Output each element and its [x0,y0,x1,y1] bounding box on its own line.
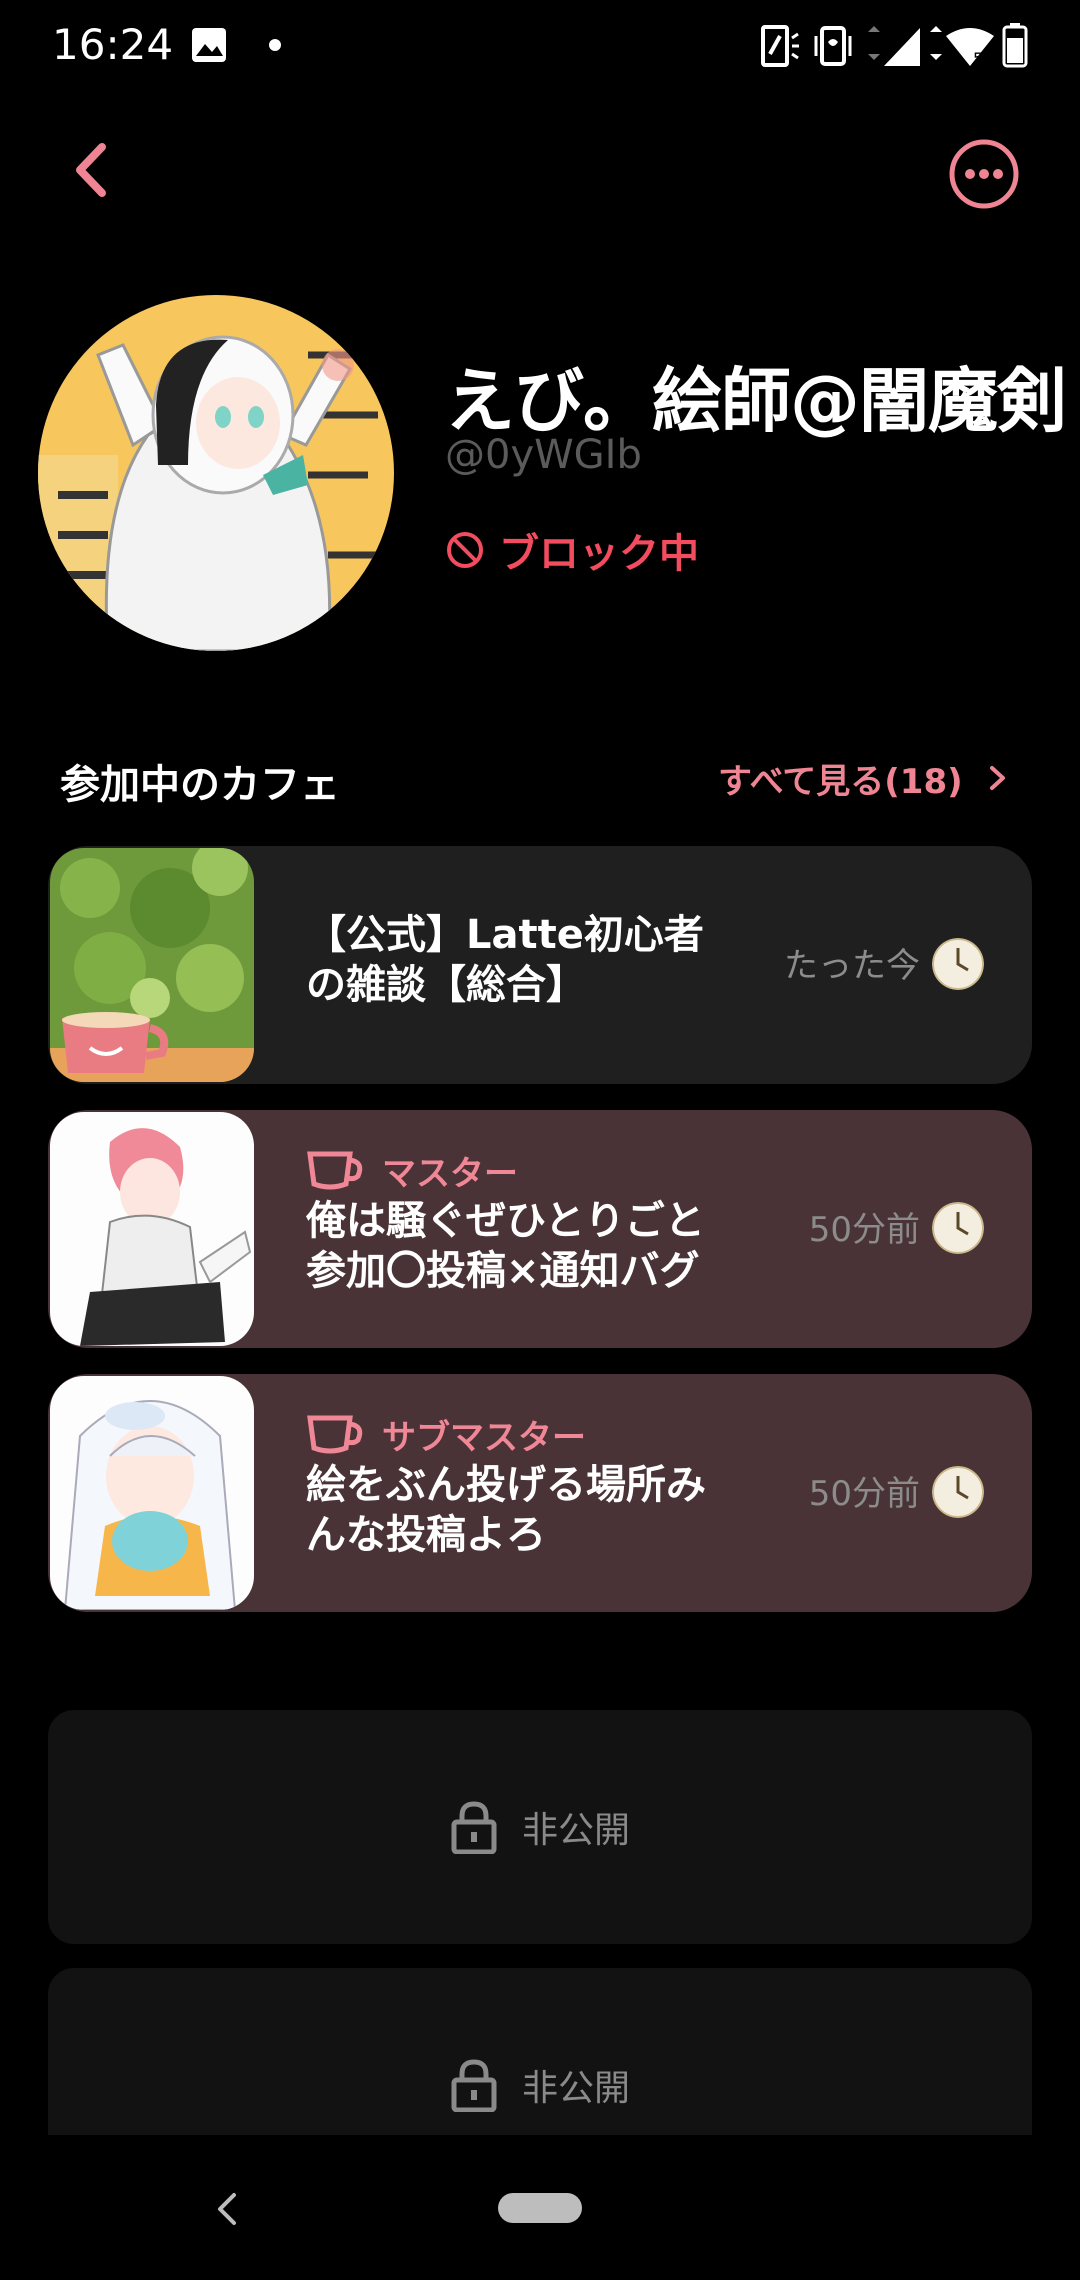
cafe-name: 【公式】Latte初心者 の雑談【総合】 [306,910,736,1010]
user-handle: @0yWGIb [445,432,642,478]
nav-back-icon[interactable] [208,2187,244,2231]
cafe-last-activity: 50分前 [808,1474,920,1514]
status-bar: 16:24 5 [0,0,1080,90]
section-title: 参加中のカフェ [60,762,340,808]
clock-icon [932,1202,984,1254]
cafe-card[interactable]: マスター 俺は騒ぐぜひとりごと 参加〇投稿×通知バグ 50分前 [48,1110,1032,1348]
chevron-left-icon [76,143,106,197]
svg-text:5: 5 [973,49,983,68]
vibrate-icon [814,26,852,66]
cafe-last-activity: 50分前 [808,1210,920,1250]
cafe-thumbnail [50,1112,254,1346]
dot-icon [269,39,281,51]
avatar[interactable] [38,295,394,651]
clock-icon [932,1466,984,1518]
cafe-name-line: んな投稿よろ [306,1512,546,1558]
cafe-name-line: 絵をぶん投げる場所み [306,1462,706,1508]
cafe-name: 俺は騒ぐぜひとりごと 参加〇投稿×通知バグ [306,1196,736,1296]
cafe-role-label: サブマスター [382,1417,586,1458]
image-icon [192,28,226,62]
cafe-name-line: 【公式】Latte初心者 [306,912,704,958]
cafe-name-line: 参加〇投稿×通知バグ [306,1248,700,1294]
cafe-name-line: の雑談【総合】 [306,962,586,1008]
block-icon [447,532,483,568]
cafe-card[interactable]: 【公式】Latte初心者 の雑談【総合】 たった今 [48,846,1032,1084]
battery-icon [1002,23,1028,68]
cafe-last-activity: たった今 [784,946,920,986]
more-horizontal-icon [949,139,1019,209]
cafe-thumbnail [50,848,254,1082]
lock-icon [451,2059,497,2112]
block-status[interactable]: ブロック中 [445,520,699,580]
private-label: 非公開 [521,2068,630,2109]
chevron-right-icon [989,766,1005,790]
lock-icon [451,1801,497,1854]
more-button[interactable] [948,138,1020,210]
system-nav-bar [0,2135,1080,2280]
cafe-name: 絵をぶん投げる場所み んな投稿よろ [306,1460,736,1560]
wifi-icon: 5 [930,26,994,68]
cafe-role-label: マスター [382,1153,518,1194]
clock-icon [932,938,984,990]
signal-icon [868,26,920,66]
display-name: えび。絵師@闇魔剣 [445,360,1067,442]
private-cafe-card: 非公開 [48,1710,1032,1944]
cafe-role: マスター [306,1146,518,1194]
status-time: 16:24 [52,20,174,69]
cafe-card[interactable]: サブマスター 絵をぶん投げる場所み んな投稿よろ 50分前 [48,1374,1032,1612]
cafe-name-line: 俺は騒ぐぜひとりごと [306,1198,705,1244]
cafe-role: サブマスター [306,1410,586,1458]
cup-icon [307,1151,363,1190]
back-button[interactable] [60,135,130,205]
private-label: 非公開 [521,1810,630,1851]
cup-icon [307,1415,363,1454]
nav-home-pill[interactable] [498,2193,582,2223]
block-status-label: ブロック中 [499,531,699,577]
cafe-thumbnail [50,1376,254,1610]
nfc-icon [761,25,799,67]
see-all-label: すべて見る(18) [718,761,963,802]
see-all-link[interactable]: すべて見る(18) [718,752,1017,804]
